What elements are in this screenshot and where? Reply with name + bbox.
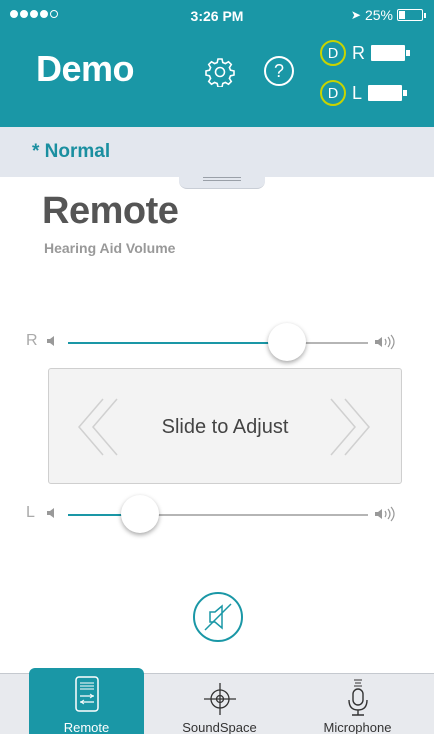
tab-label: SoundSpace — [182, 720, 257, 734]
tab-bar: Remote SoundSpace Microphone — [0, 668, 434, 734]
help-icon[interactable]: ? — [264, 56, 294, 86]
device-status-left[interactable]: ᗞ L — [320, 80, 408, 106]
help-glyph: ? — [273, 61, 284, 81]
speaker-low-icon — [47, 508, 54, 518]
bluetooth-icon: ᗞ — [320, 80, 346, 106]
mute-button[interactable] — [193, 592, 243, 642]
device-side-label: R — [352, 42, 365, 63]
program-label: * Normal — [32, 141, 111, 162]
crosshair-icon — [203, 683, 236, 715]
speaker-low-icon — [47, 336, 54, 346]
slider-track[interactable] — [68, 342, 368, 344]
slider-side-label: L — [26, 504, 35, 521]
device-battery-icon — [368, 85, 408, 101]
page-title: Remote — [42, 190, 179, 232]
bluetooth-icon: ᗞ — [320, 40, 346, 66]
speaker-high-icon — [375, 334, 395, 350]
speaker-high-icon — [375, 506, 395, 522]
gear-icon[interactable] — [205, 57, 235, 87]
device-status-right[interactable]: ᗞ R — [320, 40, 410, 66]
slider-fill — [68, 342, 287, 344]
microphone-icon — [347, 679, 368, 716]
device-battery-icon — [371, 45, 410, 61]
battery-status: ➤ 25% — [351, 7, 426, 23]
tab-microphone[interactable]: Microphone — [300, 674, 415, 734]
battery-icon — [397, 9, 423, 21]
speaker-muted-icon — [204, 603, 232, 631]
tab-soundspace[interactable]: SoundSpace — [162, 674, 277, 734]
device-side-label: L — [352, 82, 363, 103]
slider-thumb[interactable] — [121, 495, 159, 533]
tab-label: Remote — [63, 720, 110, 734]
program-selector[interactable]: * Normal — [0, 127, 434, 177]
drawer-handle[interactable] — [179, 175, 265, 189]
app-title: Demo — [36, 48, 135, 89]
remote-icon — [74, 676, 99, 712]
tab-label: Microphone — [323, 720, 392, 734]
slider-side-label: R — [26, 332, 38, 349]
volume-slider-right[interactable]: R — [26, 322, 416, 362]
chevron-right-icon — [330, 398, 370, 456]
volume-slider-left[interactable]: L — [26, 494, 416, 534]
status-bar: 3:26 PM ➤ 25% — [0, 0, 434, 32]
battery-percent: 25% — [364, 7, 393, 23]
location-arrow-icon: ➤ — [350, 8, 361, 22]
slider-thumb[interactable] — [268, 323, 306, 361]
slider-track[interactable] — [68, 514, 368, 516]
app-header: 3:26 PM ➤ 25% Demo ? ᗞ R ᗞ L — [0, 0, 434, 127]
slide-to-adjust-panel[interactable]: Slide to Adjust — [48, 368, 402, 484]
page-subtitle: Hearing Aid Volume — [44, 240, 176, 256]
tab-remote[interactable]: Remote — [29, 668, 144, 734]
